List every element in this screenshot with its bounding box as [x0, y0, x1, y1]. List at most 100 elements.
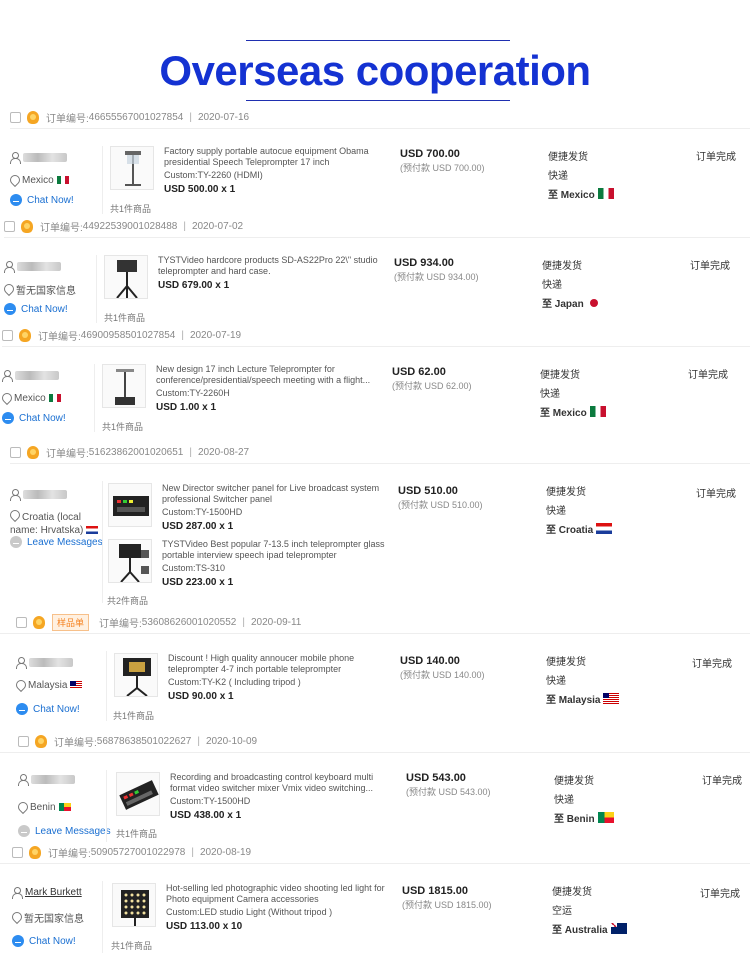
product-price-qty: USD 287.00 x 1 [162, 521, 234, 532]
gold-supplier-icon [27, 110, 39, 124]
product-price-qty: USD 1.00 x 1 [156, 402, 217, 413]
user-icon [10, 488, 21, 501]
shipping-method: 便捷发货 [546, 657, 586, 668]
order-header: 订单编号: 51623862001020651 | 2020-08-27 [10, 443, 750, 461]
order-header: 订单编号: 56878638501022627 | 2020-10-09 [18, 732, 750, 750]
shipping-info: 便捷发货 快递 至 Benin [554, 770, 654, 827]
order-checkbox[interactable] [4, 220, 15, 232]
order-total: USD 543.00 (预付款 USD 543.00) [406, 772, 516, 798]
product-title[interactable]: Recording and broadcasting control keybo… [170, 772, 398, 794]
buyer-location: Benin [30, 801, 56, 813]
buyer-location: Mexico [14, 392, 46, 404]
order-date: 2020-08-19 [199, 846, 252, 858]
product-title[interactable]: Factory supply portable autocue equipmen… [164, 146, 392, 168]
order-number: 51623862001020651 [88, 446, 184, 458]
order-number: 44922539001028488 [82, 220, 178, 232]
prepaid-amount: (预付款 USD 62.00) [392, 381, 472, 391]
shipping-info: 便捷发货 空运 至 Australia [552, 881, 652, 938]
order-status: 订单完成 [690, 261, 730, 272]
prepaid-amount: (预付款 USD 140.00) [400, 670, 485, 680]
shipping-method: 便捷发货 [548, 152, 588, 163]
order-checkbox[interactable] [16, 616, 27, 628]
chat-now-link[interactable]: Chat Now! [2, 411, 102, 425]
japan-flag-icon [589, 298, 598, 307]
prepaid-amount: (预付款 USD 510.00) [398, 500, 483, 510]
order-checkbox[interactable] [2, 329, 13, 341]
product-thumbnail[interactable] [114, 653, 158, 697]
buyer-name[interactable]: Mark Burkett [25, 887, 82, 898]
product-thumbnail[interactable] [112, 883, 156, 927]
shipping-carrier: 快递 [542, 280, 562, 291]
shipping-carrier: 快递 [540, 389, 560, 400]
order-date: 2020-07-02 [191, 220, 244, 232]
product-count: 共1件商品 [104, 313, 146, 323]
chat-now-link[interactable]: Chat Now! [16, 702, 116, 716]
chat-now-label: Chat Now! [27, 194, 74, 206]
product-thumbnail[interactable] [104, 255, 148, 299]
order-checkbox[interactable] [18, 735, 29, 747]
buyer-info: Mexico Chat Now! [2, 368, 102, 425]
mexico-flag-icon [597, 188, 614, 199]
leave-messages-label: Leave Messages [35, 825, 111, 837]
buyer-info: Croatia (local name: Hrvatska) Leave Mes… [10, 487, 110, 549]
buyer-info: Malaysia Chat Now! [16, 655, 116, 716]
product-custom: Custom:TS-310 [162, 563, 226, 573]
buyer-location-row: Croatia (local name: Hrvatska) [10, 510, 106, 537]
total-amount: USD 1815.00 [402, 885, 469, 897]
shipping-method: 便捷发货 [552, 887, 592, 898]
croatia-flag-icon [596, 523, 613, 534]
gold-supplier-icon [35, 734, 47, 748]
malaysia-flag-icon [70, 681, 83, 689]
order-status: 订单完成 [692, 659, 732, 670]
order-number: 46655567001027854 [88, 111, 184, 123]
order-header: 订单编号: 46655567001027854 | 2020-07-16 [10, 108, 750, 126]
order-date: 2020-09-11 [250, 616, 302, 628]
buyer-location: 暂无国家信息 [24, 913, 84, 925]
shipping-carrier: 快递 [546, 506, 566, 517]
order-total: USD 62.00 (预付款 USD 62.00) [392, 366, 502, 392]
buyer-name-redacted [23, 152, 67, 162]
order-checkbox[interactable] [10, 446, 21, 458]
prepaid-amount: (预付款 USD 1815.00) [402, 900, 492, 910]
shipping-destination: 至 Benin [554, 814, 595, 825]
order-number: 50905727001022978 [90, 846, 186, 858]
page-title: Overseas cooperation [159, 47, 591, 94]
chat-now-label: Chat Now! [29, 935, 76, 947]
sample-order-badge: 样品单 [52, 613, 90, 631]
order-status: 订单完成 [688, 370, 728, 381]
product-count: 共1件商品 [111, 941, 153, 951]
leave-messages-link[interactable]: Leave Messages [18, 824, 118, 838]
product-title[interactable]: TYSTVideo hardcore products SD-AS22Pro 2… [158, 255, 386, 277]
product-thumbnail[interactable] [108, 483, 152, 527]
location-pin-icon [4, 284, 12, 294]
buyer-name-redacted [15, 370, 59, 380]
order-number: 46900958501027854 [80, 329, 176, 341]
product-thumbnail[interactable] [116, 772, 160, 816]
chat-now-link[interactable]: Chat Now! [4, 302, 104, 316]
mexico-flag-icon [48, 394, 61, 402]
product-thumbnail[interactable] [108, 539, 152, 583]
product-thumbnail[interactable] [102, 364, 146, 408]
total-amount: USD 510.00 [398, 485, 458, 497]
product-title[interactable]: TYSTVideo Best popular 7-13.5 inch telep… [162, 539, 390, 561]
buyer-location: 暂无国家信息 [16, 285, 76, 297]
shipping-destination: 至 Australia [552, 925, 608, 936]
product-price-qty: USD 90.00 x 1 [168, 691, 234, 702]
total-amount: USD 934.00 [394, 257, 454, 269]
chat-now-link[interactable]: Chat Now! [10, 193, 110, 207]
total-amount: USD 62.00 [392, 366, 446, 378]
product-title[interactable]: Discount ! High quality annoucer mobile … [168, 653, 396, 675]
product-title[interactable]: Hot-selling led photographic video shoot… [166, 883, 394, 905]
product-title[interactable]: New design 17 inch Lecture Teleprompter … [156, 364, 384, 386]
leave-messages-label: Leave Messages [27, 536, 103, 548]
order-checkbox[interactable] [12, 846, 23, 858]
leave-messages-link[interactable]: Leave Messages [10, 535, 110, 549]
product-title[interactable]: New Director switcher panel for Live bro… [162, 483, 390, 505]
product-price-qty: USD 500.00 x 1 [164, 184, 236, 195]
product-thumbnail[interactable] [110, 146, 154, 190]
chat-now-link[interactable]: Chat Now! [12, 934, 112, 948]
title-rule-top [246, 40, 510, 41]
product-custom: Custom:TY-K2 ( Including tripod ) [168, 677, 301, 687]
benin-flag-icon [597, 812, 614, 823]
order-checkbox[interactable] [10, 111, 21, 123]
